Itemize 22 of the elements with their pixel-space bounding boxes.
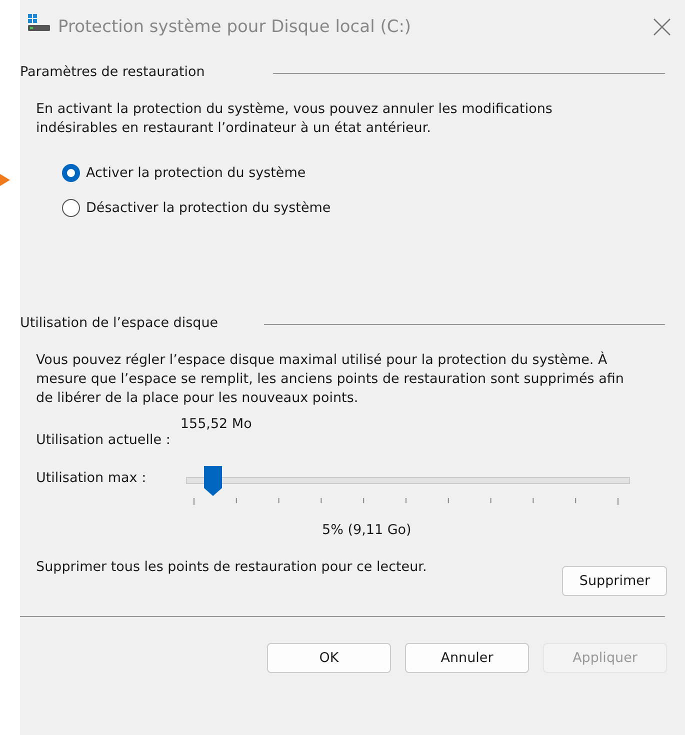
current-usage-value: 155,52 Mo [180, 416, 252, 434]
section-description: Vous pouvez régler l’espace disque maximal utilisé pour la protection du système. À mesure que l’espace se remplit, les anciens points de restauration sont supprimés afin de libérer de la place pour les nouveaux points. [36, 351, 625, 408]
arrow-icon [0, 174, 10, 186]
window-title: Protection système pour Disque local (C:) [58, 17, 412, 37]
section-heading: Paramètres de restauration [20, 64, 205, 80]
close-icon[interactable] [653, 18, 671, 36]
delete-button[interactable]: Supprimer [562, 566, 667, 596]
radio-label[interactable]: Désactiver la protection du système [86, 200, 331, 216]
slider-thumb[interactable] [204, 466, 222, 496]
max-usage-label: Utilisation max : [36, 470, 146, 488]
radio-label[interactable]: Activer la protection du système [86, 165, 306, 181]
drive-icon [28, 14, 50, 34]
slider[interactable] [186, 466, 630, 496]
delete-description: Supprimer tous les points de restauration pour ce lecteur. [36, 558, 428, 577]
current-usage-label: Utilisation actuelle : [36, 432, 170, 448]
dialog-button[interactable]: Annuler [405, 643, 529, 673]
dialog-button[interactable]: OK [267, 643, 391, 673]
radio-button[interactable] [62, 164, 80, 182]
radio-button[interactable] [62, 199, 80, 217]
max-usage-value: 5% (9,11 Go) [322, 522, 412, 538]
section-description: En activant la protection du système, vous pouvez annuler les modifications indésirables en restaurant l’ordinateur à un état antérieur. [36, 100, 554, 138]
section-heading: Utilisation de l’espace disque [20, 315, 218, 331]
